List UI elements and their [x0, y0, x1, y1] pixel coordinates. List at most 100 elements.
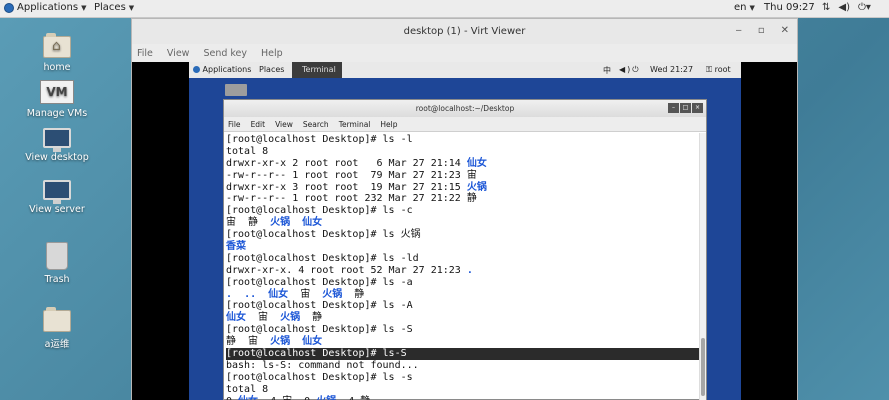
language-selector[interactable]: en ▼ — [734, 2, 755, 13]
close-icon[interactable]: × — [692, 103, 703, 113]
desktop-icon-label: Manage VMs — [26, 108, 88, 119]
terminal-text: [root@localhost Desktop]# ls -c — [226, 205, 413, 217]
guest-terminal-tab[interactable]: Terminal — [292, 62, 342, 78]
dropdown-arrow-icon: ▼ — [128, 3, 135, 12]
fedora-logo-icon — [193, 66, 200, 73]
guest-terminal-label: Terminal — [302, 65, 336, 74]
monitor-icon — [43, 128, 71, 152]
maximize-icon[interactable]: ▫ — [758, 25, 765, 36]
folder-icon[interactable] — [225, 84, 247, 96]
applications-menu[interactable]: Applications ▼ — [4, 2, 86, 13]
terminal-text: bash: ls-S: command not found... — [226, 359, 419, 371]
guest-places-menu[interactable]: Places — [259, 65, 284, 74]
terminal-text: 火锅 — [466, 181, 487, 193]
terminal-text: 火锅 — [316, 396, 336, 400]
terminal-text: 静 — [300, 312, 323, 324]
terminal-text: 火锅 — [280, 312, 301, 324]
terminal-text: drwxr-xr-x 2 root root 6 Mar 27 21:14 — [226, 157, 467, 169]
close-icon[interactable]: ✕ — [781, 25, 789, 36]
dropdown-arrow-icon: ▼ — [749, 3, 755, 12]
dropdown-arrow-icon: ▼ — [81, 3, 87, 12]
maximize-icon[interactable]: □ — [680, 103, 691, 113]
vm-display[interactable]: Applications Places Terminal 中 ◀)⏻ Wed 2… — [132, 62, 797, 400]
terminal-text: [root@localhost Desktop]# ls -a — [226, 276, 413, 288]
desktop-icon-label: View desktop — [25, 152, 89, 163]
volume-icon[interactable]: ◀) — [619, 65, 632, 74]
guest-applications-menu[interactable]: Applications — [193, 65, 251, 74]
terminal-text: [root@localhost Desktop]# ls -l — [226, 134, 413, 145]
terminal-text: [root@localhost Desktop]# ls-S — [226, 348, 407, 360]
terminal-scrollbar[interactable] — [699, 133, 706, 400]
menu-file[interactable]: File — [137, 48, 153, 59]
terminal-text: drwxr-xr-x 3 root root 19 Mar 27 21:15 — [226, 181, 467, 193]
guest-tray-icons[interactable]: ◀)⏻ — [619, 65, 641, 75]
terminal-text: 宙 — [288, 288, 323, 300]
desktop-icon-home[interactable]: home — [12, 33, 102, 73]
terminal-text: total 8 — [226, 383, 269, 395]
desktop-icon-manage-vms[interactable]: VM Manage VMs — [12, 80, 102, 119]
menu-view[interactable]: View — [167, 48, 190, 59]
terminal-line: drwxr-xr-x 3 root root 19 Mar 27 21:15 火… — [226, 182, 700, 194]
terminal-line: [root@localhost Desktop]# ls -a — [226, 277, 700, 289]
power-icon[interactable]: ⏻▾ — [858, 2, 871, 13]
guest-user-menu[interactable]: ⚿ root — [706, 65, 731, 75]
terminal-line: [root@localhost Desktop]# ls 火锅 — [226, 229, 700, 241]
desktop-icon-trash[interactable]: Trash — [12, 242, 102, 285]
terminal-line: [root@localhost Desktop]# ls -ld — [226, 253, 700, 265]
terminal-line: 香菜 — [226, 241, 700, 253]
desktop-icon-view-desktop[interactable]: View desktop — [12, 128, 102, 163]
terminal-line: 仙女 宙 火锅 静 — [226, 312, 700, 324]
terminal-text: 仙女 — [302, 336, 323, 348]
folder-icon — [43, 307, 71, 332]
desktop-icon-label: home — [43, 62, 71, 73]
terminal-line: [root@localhost Desktop]# ls -s — [226, 372, 700, 384]
power-icon[interactable]: ⏻ — [632, 65, 640, 74]
window-controls: ‒ ▫ ✕ — [735, 25, 789, 36]
terminal-menubar: File Edit View Search Terminal Help — [224, 117, 706, 132]
terminal-text: 静 宙 — [226, 336, 271, 348]
terminal-window-controls: – □ × — [668, 103, 703, 113]
volume-icon[interactable]: ◀) — [838, 2, 850, 13]
terminal-title: root@localhost:~/Desktop — [415, 104, 515, 113]
user-icon: ⚿ — [706, 65, 713, 74]
places-menu[interactable]: Places ▼ — [94, 2, 134, 13]
window-titlebar[interactable]: desktop (1) - Virt Viewer ‒ ▫ ✕ — [132, 19, 797, 44]
terminal-titlebar[interactable]: root@localhost:~/Desktop – □ × — [224, 100, 706, 117]
terminal-line: 宙 静 火锅 仙女 — [226, 217, 700, 229]
input-method-indicator[interactable]: 中 — [603, 65, 611, 76]
terminal-output[interactable]: [root@localhost Desktop]# ls -l total 8 dr… — [224, 133, 700, 400]
menu-file[interactable]: File — [228, 120, 241, 129]
guest-desktop[interactable]: Applications Places Terminal 中 ◀)⏻ Wed 2… — [189, 62, 741, 400]
scrollbar-thumb[interactable] — [701, 338, 705, 396]
terminal-line: 0 仙女 4 宙 0 火锅 4 静 — [226, 396, 700, 400]
guest-clock[interactable]: Wed 21:27 — [650, 65, 693, 74]
clock-label: Thu 09:27 — [764, 2, 815, 13]
clock[interactable]: Thu 09:27 — [764, 2, 815, 13]
terminal-line: total 8 — [226, 384, 700, 396]
menu-help[interactable]: Help — [261, 48, 283, 59]
minimize-icon[interactable]: – — [668, 103, 679, 113]
terminal-text: 仙女 — [268, 288, 289, 300]
terminal-text: .. — [244, 288, 257, 300]
menu-search[interactable]: Search — [303, 120, 329, 129]
terminal-text: [root@localhost Desktop]# ls -A — [226, 300, 413, 312]
menu-send-key[interactable]: Send key — [203, 48, 247, 59]
menu-edit[interactable]: Edit — [251, 120, 266, 129]
minimize-icon[interactable]: ‒ — [735, 25, 741, 36]
menu-help[interactable]: Help — [380, 120, 397, 129]
terminal-text: -rw-r--r-- 1 root root 232 Mar 27 21:22 … — [226, 193, 477, 205]
terminal-window[interactable]: root@localhost:~/Desktop – □ × File Edit… — [223, 99, 707, 400]
menu-terminal[interactable]: Terminal — [339, 120, 371, 129]
terminal-text: [root@localhost Desktop]# ls -S — [226, 324, 413, 336]
applications-label: Applications — [17, 2, 79, 13]
desktop-icon-view-server[interactable]: View server — [12, 180, 102, 215]
desktop-icon-folder[interactable]: a运维 — [12, 307, 102, 350]
terminal-text: 静 — [342, 288, 365, 300]
network-icon[interactable]: ⇅ — [822, 2, 830, 13]
terminal-text: total 8 — [226, 145, 269, 157]
menu-view[interactable]: View — [275, 120, 293, 129]
window-title: desktop (1) - Virt Viewer — [403, 26, 526, 37]
system-tray[interactable]: ⇅ ◀) ⏻▾ — [822, 2, 871, 13]
